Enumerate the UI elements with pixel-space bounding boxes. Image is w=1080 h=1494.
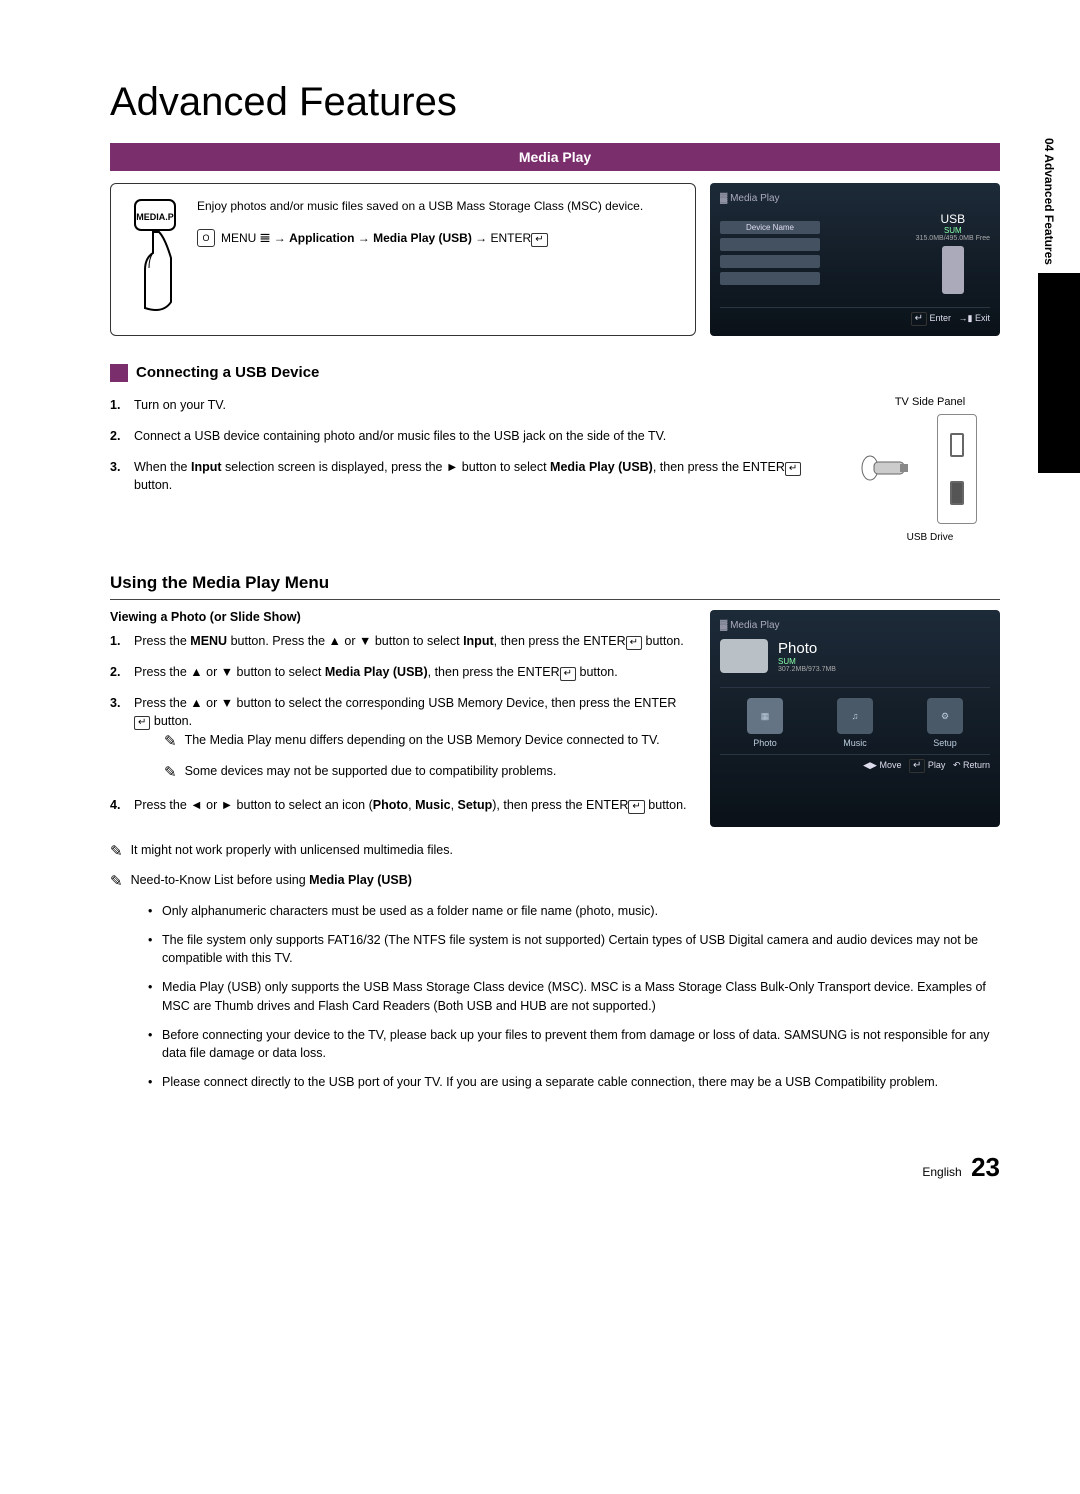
ps-header: ▓ Media Play: [720, 620, 990, 631]
ms-header: ▓ Media Play: [720, 193, 990, 204]
bullet: Only alphanumeric characters must be use…: [148, 902, 1000, 921]
section-label: 04 Advanced Features: [1038, 130, 1060, 273]
bullet: The file system only supports FAT16/32 (…: [148, 931, 1000, 969]
hdmi-port-icon: [950, 433, 964, 457]
menu-word: MENU: [221, 231, 256, 245]
return-hint: Return: [963, 760, 990, 770]
enter-icon: ↵: [909, 759, 925, 773]
note-text: It might not work properly with unlicens…: [131, 841, 453, 864]
page-number: 23: [971, 1152, 1000, 1182]
device-slot: [720, 255, 820, 268]
subsection-viewing-photo: Viewing a Photo (or Slide Show): [110, 610, 690, 624]
note-icon: ✎: [164, 731, 177, 754]
menu-path: O MENU 𝌆 → Application → Media Play (USB…: [197, 229, 643, 247]
section-marker: [110, 364, 128, 382]
enter-icon: ↵: [531, 233, 547, 247]
page-footer: English 23: [110, 1152, 1000, 1183]
enter-hint: Enter: [930, 313, 952, 323]
device-slot: [720, 272, 820, 285]
device-slot: [720, 238, 820, 251]
music-icon: ♫: [837, 698, 873, 734]
footer-language: English: [922, 1165, 961, 1179]
ps-sum: SUM: [778, 657, 836, 666]
note-text: Some devices may not be supported due to…: [185, 762, 557, 785]
sum-label: SUM: [916, 226, 990, 235]
mstep1: Press the MENU button. Press the ▲ or ▼ …: [110, 632, 690, 651]
panel-title: TV Side Panel: [860, 396, 1000, 408]
step1: Turn on your TV.: [110, 396, 840, 415]
media-p-button-label: MEDIA.P: [136, 212, 174, 222]
move-hint: Move: [879, 760, 901, 770]
setup-icon: ⚙: [927, 698, 963, 734]
path-application: Application: [289, 231, 354, 245]
free-space: 315.0MB/495.0MB Free: [916, 235, 990, 242]
setup-menu-item: ⚙Setup: [915, 698, 975, 748]
bullet: Media Play (USB) only supports the USB M…: [148, 978, 1000, 1016]
bullet: Please connect directly to the USB port …: [148, 1073, 1000, 1092]
enter-icon: ↵: [628, 800, 644, 814]
device-name-row: Device Name: [720, 221, 820, 234]
enter-icon: ↵: [911, 312, 927, 326]
intro-box: MEDIA.P Enjoy photos and/or music files …: [110, 183, 696, 336]
note-icon: ✎: [164, 762, 177, 785]
page-title: Advanced Features: [110, 80, 1000, 125]
remote-button-icon: O: [197, 229, 215, 247]
remote-hand-icon: MEDIA.P: [125, 198, 185, 321]
enter-icon: ↵: [560, 667, 576, 681]
menu-grid-icon: 𝌆: [256, 231, 273, 245]
enter-icon: ↵: [785, 462, 801, 476]
ps-free: 307.2MB/973.7MB: [778, 666, 836, 673]
tv-side-panel-diagram: TV Side Panel USB Drive: [860, 396, 1000, 543]
mstep3: Press the ▲ or ▼ button to select the co…: [110, 694, 690, 785]
media-play-input-screenshot: ▓ Media Play Device Name USB SUM 315.0MB…: [710, 183, 1000, 336]
camera-icon: [720, 639, 768, 673]
ps-title: Photo: [778, 640, 836, 657]
note-text: Need-to-Know List before using Media Pla…: [131, 871, 412, 894]
media-play-heading: Media Play: [110, 143, 1000, 171]
photo-menu-item: ▦Photo: [735, 698, 795, 748]
usb-drive-label: USB Drive: [860, 532, 1000, 543]
play-hint: Play: [928, 760, 946, 770]
section-using-media-play: Using the Media Play Menu: [110, 573, 1000, 593]
intro-text: Enjoy photos and/or music files saved on…: [197, 198, 643, 215]
media-play-photo-screenshot: ▓ Media Play Photo SUM 307.2MB/973.7MB ▦…: [710, 610, 1000, 827]
step3: When the Input selection screen is displ…: [110, 458, 840, 496]
enter-icon: ↵: [626, 636, 642, 650]
thumb-indicator: [1038, 273, 1080, 473]
mstep2: Press the ▲ or ▼ button to select Media …: [110, 663, 690, 682]
photo-icon: ▦: [747, 698, 783, 734]
usb-port-icon: [950, 481, 964, 505]
divider: [110, 599, 1000, 600]
note-text: The Media Play menu differs depending on…: [185, 731, 660, 754]
bullet: Before connecting your device to the TV,…: [148, 1026, 1000, 1064]
path-media-play: Media Play (USB): [373, 231, 472, 245]
note-icon: ✎: [110, 871, 123, 894]
note-icon: ✎: [110, 841, 123, 864]
path-enter: ENTER: [491, 231, 532, 245]
usb-plug-icon: [942, 246, 964, 294]
music-menu-item: ♫Music: [825, 698, 885, 748]
enter-icon: ↵: [134, 716, 150, 730]
section-connecting-usb: Connecting a USB Device: [110, 364, 1000, 382]
side-tab: 04 Advanced Features: [1038, 130, 1080, 750]
usb-label: USB: [916, 212, 990, 226]
step2: Connect a USB device containing photo an…: [110, 427, 840, 446]
usb-drive-icon: [860, 448, 910, 488]
exit-hint: Exit: [975, 313, 990, 323]
mstep4: Press the ◄ or ► button to select an ico…: [110, 796, 690, 815]
